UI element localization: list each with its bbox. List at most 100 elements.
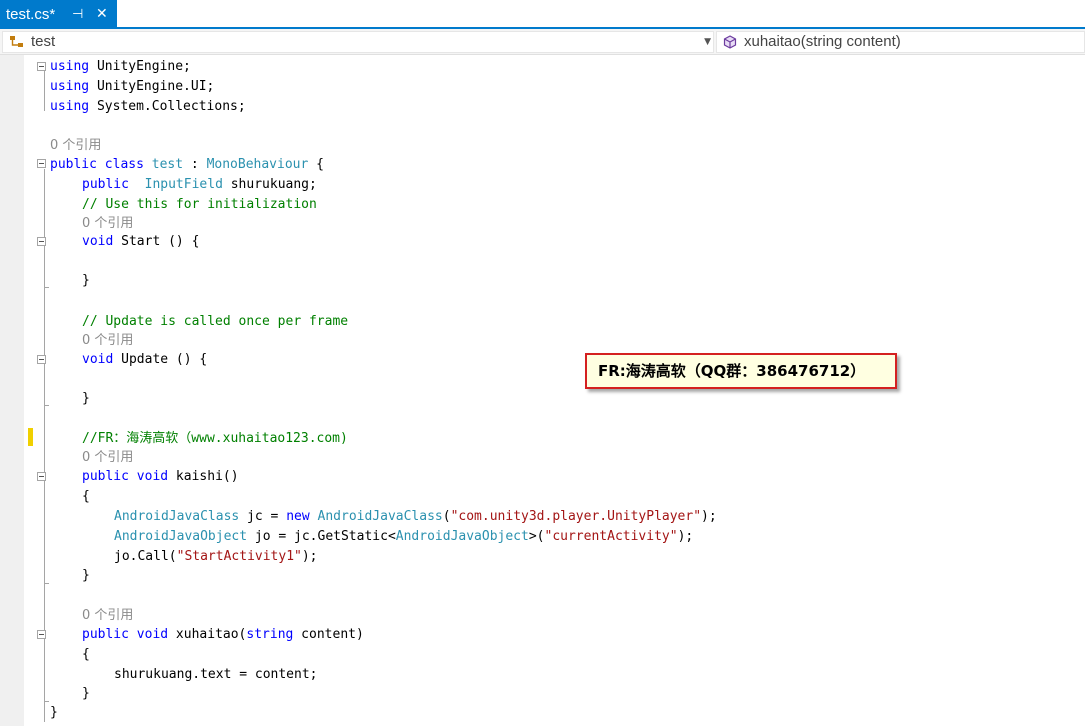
indicator-margin <box>0 55 24 726</box>
outline-end <box>44 287 49 288</box>
type-name: AndroidJavaObject <box>114 529 248 544</box>
keyword: void <box>136 627 169 642</box>
code-text: jc = <box>239 509 287 524</box>
code-line-update-declaration[interactable]: void Update () { <box>82 350 207 369</box>
keyword: void <box>82 234 114 249</box>
codelens-reference-count[interactable]: 0 个引用 <box>82 214 133 233</box>
code-text: ); <box>677 529 694 544</box>
type-name: AndroidJavaClass <box>114 509 240 524</box>
class-dropdown-value: test <box>31 33 56 50</box>
code-text: jo = jc.GetStatic< <box>247 529 396 544</box>
keyword: using <box>50 59 90 74</box>
code-text: ( <box>442 509 451 524</box>
code-line-brace[interactable]: { <box>82 645 90 664</box>
string-literal: "StartActivity1" <box>176 549 302 564</box>
codelens-reference-count[interactable]: 0 个引用 <box>82 448 133 467</box>
code-text: shurukuang; <box>222 177 317 192</box>
code-text: ); <box>301 549 318 564</box>
outline-end <box>44 701 49 702</box>
code-line-brace[interactable]: } <box>82 389 90 408</box>
member-dropdown[interactable]: xuhaitao(string content) <box>716 31 1085 53</box>
class-dropdown[interactable]: test ▼ <box>2 31 714 53</box>
unsaved-change-marker <box>28 428 33 446</box>
code-line-using[interactable]: using UnityEngine; <box>50 57 191 76</box>
code-line-assign[interactable]: shurukuang.text = content; <box>114 665 318 684</box>
code-editor[interactable]: using UnityEngine; using UnityEngine.UI;… <box>0 55 1085 726</box>
class-icon <box>10 36 23 47</box>
code-text: UnityEngine.UI; <box>89 79 215 94</box>
code-line-brace[interactable]: } <box>82 271 90 290</box>
codelens-reference-count[interactable]: 0 个引用 <box>82 331 133 350</box>
code-text: System.Collections; <box>89 99 246 114</box>
keyword: using <box>50 99 90 114</box>
keyword: public <box>50 157 97 172</box>
pin-icon[interactable]: ⊣ <box>72 0 83 29</box>
code-line-brace[interactable]: } <box>50 703 58 722</box>
code-text: : <box>183 157 207 172</box>
keyword: public <box>82 469 129 484</box>
code-line-brace[interactable]: } <box>82 684 90 703</box>
collapse-toggle[interactable] <box>37 62 46 71</box>
type-name: AndroidJavaClass <box>317 509 443 524</box>
type-name: test <box>151 157 184 172</box>
code-text: content) <box>293 627 364 642</box>
code-line-call[interactable]: jo.Call("StartActivity1"); <box>114 547 318 566</box>
outline-guide <box>44 247 45 287</box>
collapse-toggle[interactable] <box>37 237 46 246</box>
code-line-kaishi-declaration[interactable]: public void kaishi() <box>82 467 239 486</box>
keyword: public <box>82 627 129 642</box>
tab-test-cs[interactable]: test.cs* ⊣ ✕ <box>0 0 117 29</box>
close-icon[interactable]: ✕ <box>96 0 108 29</box>
type-name: InputField <box>144 177 223 192</box>
navigation-bar: test ▼ xuhaitao(string content) <box>0 29 1085 55</box>
code-text: { <box>308 157 324 172</box>
member-dropdown-value: xuhaitao(string content) <box>744 33 901 50</box>
code-comment[interactable]: // Use this for initialization <box>82 195 317 214</box>
code-line-start-declaration[interactable]: void Start () { <box>82 232 199 251</box>
keyword: string <box>246 627 294 642</box>
code-text: jo.Call( <box>114 549 177 564</box>
keyword: public <box>82 177 129 192</box>
chevron-down-icon[interactable]: ▼ <box>704 32 711 52</box>
code-text: Start () { <box>113 234 200 249</box>
code-text: kaishi() <box>168 469 239 484</box>
document-tab-strip: test.cs* ⊣ ✕ <box>0 0 1085 29</box>
outline-end <box>44 405 49 406</box>
code-comment[interactable]: //FR：海涛高软（www.xuhaitao123.com) <box>82 429 348 448</box>
code-line-using[interactable]: using System.Collections; <box>50 97 246 116</box>
outline-end <box>44 583 49 584</box>
tab-title: test.cs* <box>6 6 56 23</box>
code-text: >( <box>528 529 545 544</box>
code-line-using[interactable]: using UnityEngine.UI; <box>50 77 214 96</box>
code-line-xuhaitao-declaration[interactable]: public void xuhaitao(string content) <box>82 625 364 644</box>
outline-guide <box>44 71 45 111</box>
collapse-toggle[interactable] <box>37 159 46 168</box>
code-comment[interactable]: // Update is called once per frame <box>82 312 348 331</box>
keyword: void <box>136 469 169 484</box>
code-text: Update () { <box>113 352 208 367</box>
code-line-class-declaration[interactable]: public class test : MonoBehaviour { <box>50 155 324 174</box>
code-text: UnityEngine; <box>89 59 191 74</box>
code-line-androidjavaclass[interactable]: AndroidJavaClass jc = new AndroidJavaCla… <box>114 507 717 526</box>
keyword: void <box>82 352 114 367</box>
code-line-field[interactable]: public InputField shurukuang; <box>82 175 317 194</box>
code-line-brace[interactable]: { <box>82 487 90 506</box>
string-literal: "com.unity3d.player.UnityPlayer" <box>450 509 702 524</box>
code-line-brace[interactable]: } <box>82 566 90 585</box>
type-name: MonoBehaviour <box>206 157 309 172</box>
collapse-toggle[interactable] <box>37 355 46 364</box>
code-line-androidjavaobject[interactable]: AndroidJavaObject jo = jc.GetStatic<Andr… <box>114 527 693 546</box>
keyword: new <box>286 509 310 524</box>
codelens-reference-count[interactable]: 0 个引用 <box>82 606 133 625</box>
codelens-reference-count[interactable]: 0 个引用 <box>50 136 101 155</box>
watermark-callout: FR:海涛高软（QQ群：386476712） <box>585 353 897 389</box>
outline-guide <box>44 365 45 405</box>
string-literal: "currentActivity" <box>544 529 678 544</box>
code-text: ); <box>701 509 717 524</box>
code-text: xuhaitao( <box>168 627 247 642</box>
collapse-toggle[interactable] <box>37 630 46 639</box>
keyword: class <box>104 157 144 172</box>
collapse-toggle[interactable] <box>37 472 46 481</box>
keyword: using <box>50 79 90 94</box>
type-name: AndroidJavaObject <box>395 529 529 544</box>
